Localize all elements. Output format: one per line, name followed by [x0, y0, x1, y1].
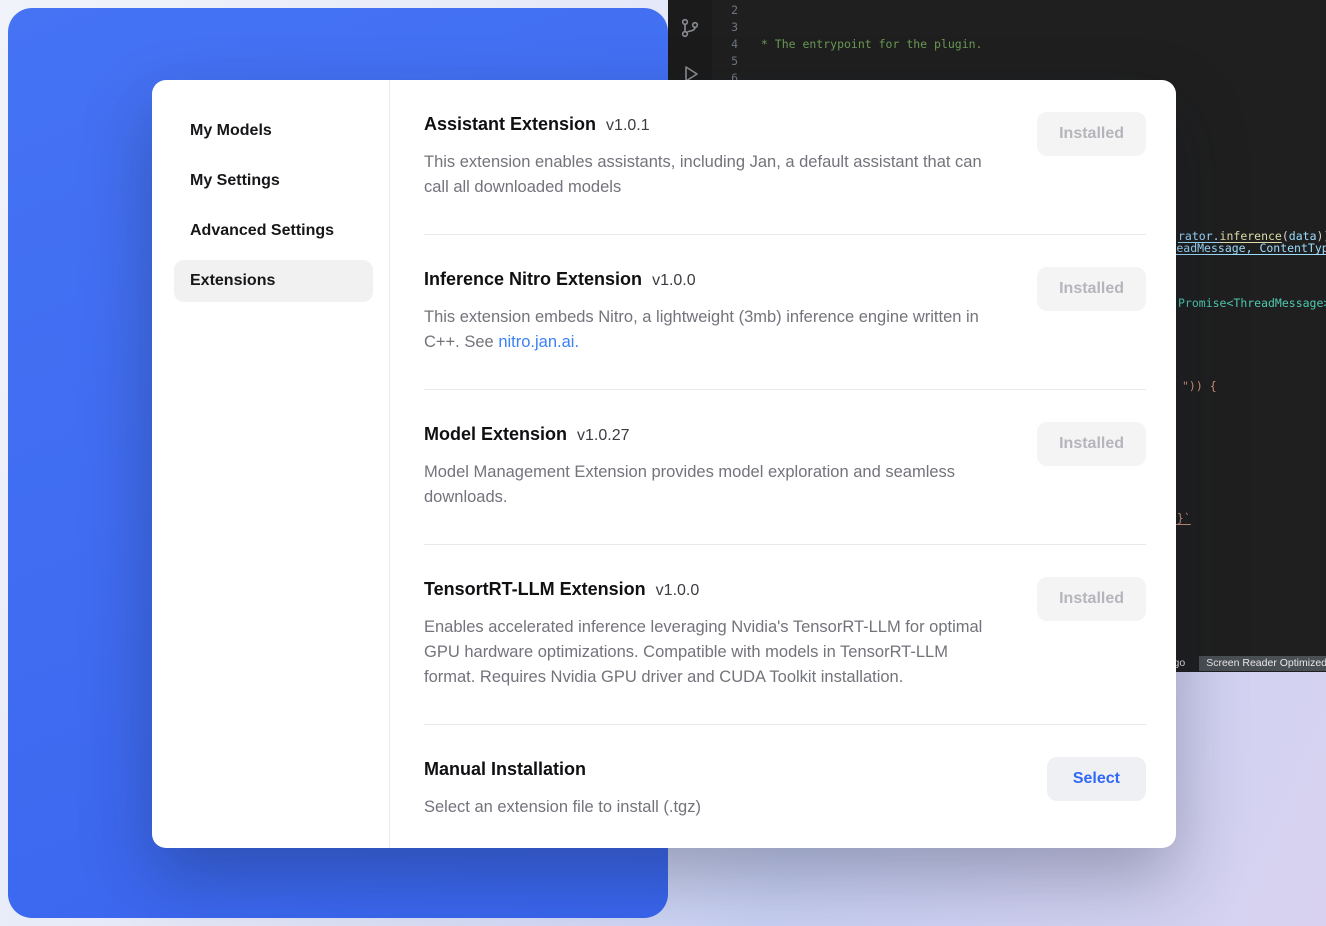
source-control-icon[interactable] — [678, 16, 702, 40]
code-fragment: rator.inference(data)); — [1178, 229, 1326, 243]
extension-version: v1.0.1 — [606, 117, 650, 134]
line-number: 3 — [718, 19, 738, 36]
code-token: <ThreadMessage> — [1226, 296, 1326, 310]
extension-description: This extension enables assistants, inclu… — [424, 150, 1002, 200]
installed-button[interactable]: Installed — [1037, 267, 1146, 311]
code-token: Promise — [1178, 296, 1226, 310]
line-number: 4 — [718, 36, 738, 53]
code-line: * The entrypoint for the plugin. — [754, 36, 1326, 53]
manual-installation-row: Manual Installation Select an extension … — [424, 725, 1146, 848]
extension-version: v1.0.0 — [652, 272, 696, 289]
sidebar-item-label: My Settings — [190, 172, 280, 190]
code-token: )); — [1317, 229, 1326, 243]
extension-info: Assistant Extension v1.0.1 This extension… — [424, 112, 1002, 200]
extension-info: TensortRT-LLM Extension v1.0.0 Enables ac… — [424, 577, 1002, 690]
screen-reader-badge[interactable]: Screen Reader Optimized — [1199, 656, 1326, 671]
settings-sidebar: My Models My Settings Advanced Settings … — [152, 80, 390, 848]
extension-title: Model Extension — [424, 424, 567, 444]
code-token: ( — [1282, 229, 1289, 243]
sidebar-item-my-settings[interactable]: My Settings — [174, 160, 373, 202]
sidebar-item-extensions[interactable]: Extensions — [174, 260, 373, 302]
code-fragment: ")) { — [1182, 379, 1217, 393]
extension-title: TensortRT-LLM Extension — [424, 579, 646, 599]
line-number: 5 — [718, 53, 738, 70]
code-comment: * The entrypoint for the plugin. — [754, 37, 982, 51]
extension-row: Model Extension v1.0.27 Model Management … — [424, 390, 1146, 545]
sidebar-item-label: Advanced Settings — [190, 222, 334, 240]
installed-button[interactable]: Installed — [1037, 577, 1146, 621]
sidebar-item-advanced-settings[interactable]: Advanced Settings — [174, 210, 373, 252]
extension-info: Manual Installation Select an extension … — [424, 757, 701, 820]
code-fragment: Promise<ThreadMessage> — [1178, 296, 1326, 310]
extension-description: This extension embeds Nitro, a lightweig… — [424, 305, 1002, 355]
code-token: ")) { — [1182, 379, 1217, 393]
nitro-jan-ai-link[interactable]: nitro.jan.ai. — [498, 333, 579, 351]
sidebar-item-label: Extensions — [190, 272, 275, 290]
installed-button[interactable]: Installed — [1037, 422, 1146, 466]
extension-title: Assistant Extension — [424, 114, 596, 134]
extension-version: v1.0.27 — [577, 427, 629, 444]
select-file-button[interactable]: Select — [1047, 757, 1146, 801]
manual-installation-title: Manual Installation — [424, 759, 586, 779]
extension-description: Enables accelerated inference leveraging… — [424, 615, 1002, 690]
settings-modal: My Models My Settings Advanced Settings … — [152, 80, 1176, 848]
extension-version: v1.0.0 — [656, 582, 700, 599]
extension-row: Inference Nitro Extension v1.0.0 This ext… — [424, 235, 1146, 390]
extension-info: Model Extension v1.0.27 Model Management … — [424, 422, 1002, 510]
installed-button[interactable]: Installed — [1037, 112, 1146, 156]
code-token: data — [1289, 229, 1317, 243]
code-token: rator. — [1178, 229, 1220, 243]
extension-row: Assistant Extension v1.0.1 This extension… — [424, 80, 1146, 235]
code-token: inference — [1220, 229, 1282, 243]
sidebar-item-my-models[interactable]: My Models — [174, 110, 373, 152]
sidebar-item-label: My Models — [190, 122, 272, 140]
editor-line-numbers: 2 3 4 5 6 — [718, 2, 738, 87]
extension-title: Inference Nitro Extension — [424, 269, 642, 289]
line-number: 2 — [718, 2, 738, 19]
extension-description: Model Management Extension provides mode… — [424, 460, 1002, 510]
extension-info: Inference Nitro Extension v1.0.0 This ext… — [424, 267, 1002, 355]
manual-installation-description: Select an extension file to install (.tg… — [424, 795, 701, 820]
extension-row: TensortRT-LLM Extension v1.0.0 Enables ac… — [424, 545, 1146, 725]
extensions-panel: Assistant Extension v1.0.1 This extension… — [390, 80, 1176, 848]
